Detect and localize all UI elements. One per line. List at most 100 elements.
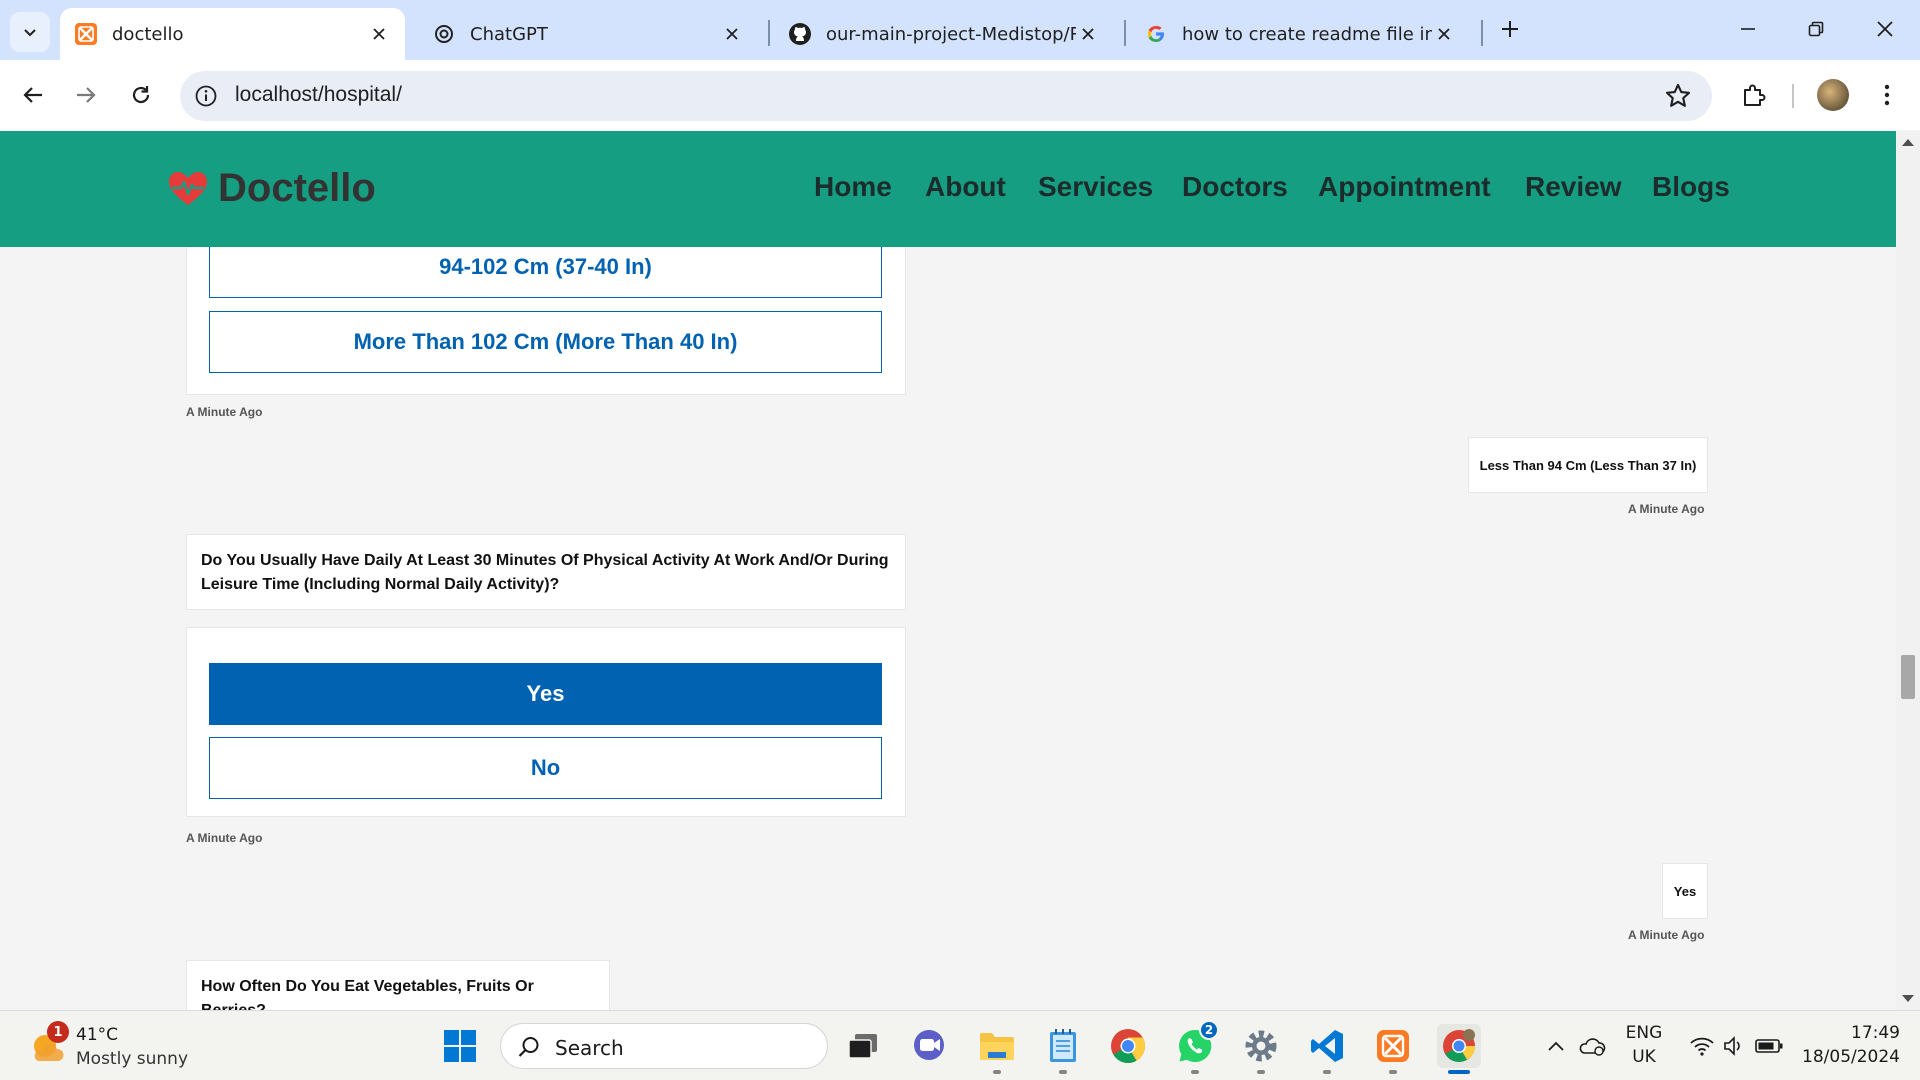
chevron-up-icon xyxy=(1548,1041,1564,1051)
close-icon xyxy=(1877,21,1893,37)
menu-button[interactable] xyxy=(1870,78,1904,112)
scroll-up-arrow-icon[interactable] xyxy=(1902,139,1914,146)
close-icon[interactable] xyxy=(367,22,391,46)
task-view-button[interactable] xyxy=(841,1024,885,1068)
reload-button[interactable] xyxy=(124,78,158,112)
video-chat-icon xyxy=(914,1030,944,1060)
taskbar-vscode[interactable] xyxy=(1305,1024,1349,1074)
user-reply-bubble: Less Than 94 Cm (Less Than 37 In) xyxy=(1468,437,1708,493)
running-indicator xyxy=(1257,1070,1265,1074)
tab-separator xyxy=(1124,20,1126,46)
search-icon xyxy=(518,1037,539,1057)
tab-title: how to create readme file in vs xyxy=(1182,23,1432,45)
battery-icon xyxy=(1755,1039,1783,1053)
browser-toolbar: localhost/hospital/ xyxy=(0,60,1920,130)
running-indicator xyxy=(1323,1070,1331,1074)
tab-search-button[interactable] xyxy=(10,12,50,52)
chevron-down-icon xyxy=(24,29,36,37)
restore-button[interactable] xyxy=(1801,14,1831,44)
running-indicator xyxy=(1059,1070,1067,1074)
windows-logo-icon xyxy=(444,1030,476,1062)
new-tab-button[interactable] xyxy=(1495,14,1525,44)
toolbar-divider xyxy=(1792,84,1794,108)
url-text[interactable]: localhost/hospital/ xyxy=(235,83,402,107)
site-info-icon[interactable] xyxy=(194,84,218,108)
close-icon[interactable] xyxy=(720,22,744,46)
cloud-sync-icon xyxy=(1579,1038,1606,1056)
site-logo[interactable]: Doctello xyxy=(168,166,376,211)
page-scrollbar[interactable] xyxy=(1896,131,1920,1010)
arrow-left-icon xyxy=(23,87,42,103)
message-timestamp: A Minute Ago xyxy=(186,831,263,845)
weather-temperature: 41°C xyxy=(76,1025,119,1045)
restore-icon xyxy=(1808,21,1824,37)
running-indicator xyxy=(1448,1070,1470,1074)
nav-home[interactable]: Home xyxy=(814,171,892,203)
option-button[interactable]: More Than 102 Cm (More Than 40 In) xyxy=(209,311,882,373)
nav-doctors[interactable]: Doctors xyxy=(1182,171,1288,203)
clock-date: 18/05/2024 xyxy=(1802,1047,1900,1067)
chatgpt-icon xyxy=(432,22,456,46)
back-button[interactable] xyxy=(16,78,50,112)
tab-strip: doctello ChatGPT our-main-project-Medist… xyxy=(0,0,1920,60)
nav-blogs[interactable]: Blogs xyxy=(1652,171,1730,203)
running-indicator xyxy=(1389,1070,1397,1074)
tab-chatgpt[interactable]: ChatGPT xyxy=(418,8,758,60)
forward-button[interactable] xyxy=(69,78,103,112)
option-no-button[interactable]: No xyxy=(209,737,882,799)
clock-time: 17:49 xyxy=(1851,1023,1900,1043)
close-icon[interactable] xyxy=(1432,22,1456,46)
more-vertical-icon xyxy=(1884,84,1890,106)
taskbar-settings[interactable] xyxy=(1239,1024,1283,1074)
scrollbar-thumb[interactable] xyxy=(1901,655,1915,699)
tab-title: our-main-project-Medistop/RE xyxy=(826,23,1076,45)
tab-title: ChatGPT xyxy=(470,23,548,45)
heart-pulse-icon xyxy=(169,171,207,205)
message-timestamp: A Minute Ago xyxy=(1628,928,1705,942)
vscode-icon xyxy=(1311,1030,1343,1062)
start-button[interactable] xyxy=(438,1024,482,1068)
option-yes-button[interactable]: Yes xyxy=(209,663,882,725)
extensions-button[interactable] xyxy=(1736,78,1770,112)
plus-icon xyxy=(1502,21,1518,37)
task-view-icon xyxy=(848,1034,877,1059)
taskbar-chrome-profile[interactable] xyxy=(1437,1024,1481,1074)
wifi-icon xyxy=(1690,1037,1714,1056)
tab-separator xyxy=(1481,20,1483,46)
address-bar[interactable]: localhost/hospital/ xyxy=(180,71,1712,121)
taskbar-xampp[interactable] xyxy=(1371,1024,1415,1074)
profile-avatar[interactable] xyxy=(1817,79,1849,111)
language-code: ENG xyxy=(1625,1023,1663,1043)
onedrive-button[interactable] xyxy=(1570,1024,1614,1068)
bookmark-star-icon[interactable] xyxy=(1664,82,1692,110)
close-window-button[interactable] xyxy=(1870,14,1900,44)
taskbar-meet-app[interactable] xyxy=(908,1024,952,1068)
running-indicator xyxy=(993,1070,1001,1074)
message-timestamp: A Minute Ago xyxy=(1628,502,1705,516)
tab-google[interactable]: how to create readme file in vs xyxy=(1130,8,1470,60)
chat-area: 94-102 Cm (37-40 In) More Than 102 Cm (M… xyxy=(0,247,1896,1010)
nav-services[interactable]: Services xyxy=(1038,171,1153,203)
taskbar-chrome[interactable] xyxy=(1106,1024,1150,1068)
taskbar-search-box[interactable]: Search xyxy=(500,1023,828,1069)
notification-badge: 1 xyxy=(47,1021,69,1043)
nav-review[interactable]: Review xyxy=(1525,171,1622,203)
taskbar-whatsapp[interactable]: 2 xyxy=(1173,1020,1219,1074)
reload-icon xyxy=(132,86,150,104)
tab-title: doctello xyxy=(112,23,184,45)
tab-doctello[interactable]: doctello xyxy=(60,8,405,60)
option-button[interactable]: 94-102 Cm (37-40 In) xyxy=(209,247,882,298)
xampp-icon xyxy=(1377,1030,1409,1062)
github-icon xyxy=(788,22,812,46)
taskbar-file-explorer[interactable] xyxy=(975,1024,1019,1074)
nav-appointment[interactable]: Appointment xyxy=(1318,171,1491,203)
scroll-down-arrow-icon[interactable] xyxy=(1902,995,1914,1002)
search-placeholder: Search xyxy=(555,1036,624,1060)
tab-github[interactable]: our-main-project-Medistop/RE xyxy=(774,8,1114,60)
speaker-icon xyxy=(1724,1036,1740,1056)
minimize-button[interactable] xyxy=(1733,14,1763,44)
taskbar-notepad[interactable] xyxy=(1041,1024,1085,1074)
nav-about[interactable]: About xyxy=(925,171,1006,203)
close-icon[interactable] xyxy=(1076,22,1100,46)
quick-settings-button[interactable] xyxy=(1676,1024,1796,1068)
